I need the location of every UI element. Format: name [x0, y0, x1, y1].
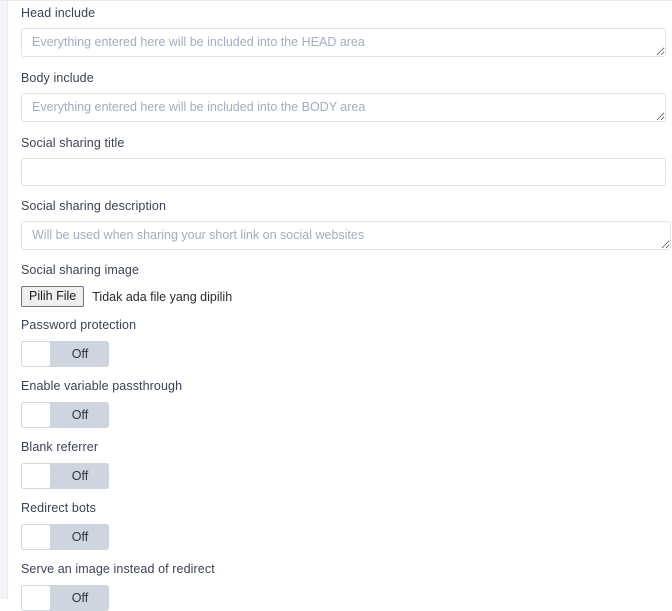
field-social-sharing-image: Social sharing image Pilih File Tidak ad… — [8, 263, 672, 307]
body-include-textarea[interactable] — [21, 93, 666, 122]
social-sharing-image-label: Social sharing image — [21, 263, 140, 277]
password-protection-label: Password protection — [21, 318, 137, 332]
enable-variable-passthrough-toggle[interactable]: Off — [21, 402, 109, 428]
social-sharing-description-textarea[interactable] — [21, 221, 671, 250]
password-protection-toggle-state: Off — [71, 347, 89, 361]
field-social-sharing-description: Social sharing description — [8, 199, 672, 250]
social-sharing-description-label: Social sharing description — [21, 199, 167, 213]
field-redirect-bots: Redirect bots Off — [8, 501, 672, 550]
redirect-bots-toggle-state: Off — [71, 530, 89, 544]
enable-variable-passthrough-toggle-state: Off — [71, 408, 89, 422]
field-password-protection: Password protection Off — [8, 318, 672, 367]
field-blank-referrer: Blank referrer Off — [8, 440, 672, 489]
field-body-include: Body include — [8, 71, 672, 122]
toggle-knob — [21, 463, 51, 489]
blank-referrer-toggle-state: Off — [71, 469, 89, 483]
social-sharing-title-input[interactable] — [21, 158, 666, 186]
blank-referrer-toggle[interactable]: Off — [21, 463, 109, 489]
selected-file-status: Tidak ada file yang dipilih — [92, 289, 233, 304]
head-include-textarea[interactable] — [21, 28, 666, 57]
toggle-knob — [21, 341, 51, 367]
social-sharing-title-label: Social sharing title — [21, 136, 125, 150]
field-serve-an-image-instead-of-redirect: Serve an image instead of redirect Off — [8, 562, 672, 611]
toggle-knob — [21, 402, 51, 428]
field-enable-variable-passthrough: Enable variable passthrough Off — [8, 379, 672, 428]
redirect-bots-label: Redirect bots — [21, 501, 96, 515]
settings-form-page: Head include Body include Social sharing… — [0, 0, 672, 611]
social-sharing-image-file-input[interactable]: Pilih File Tidak ada file yang dipilih — [21, 286, 664, 307]
serve-an-image-instead-of-redirect-toggle-state: Off — [71, 591, 89, 605]
password-protection-toggle[interactable]: Off — [21, 341, 109, 367]
field-head-include: Head include — [8, 6, 672, 57]
body-include-label: Body include — [21, 71, 94, 85]
enable-variable-passthrough-label: Enable variable passthrough — [21, 379, 183, 393]
redirect-bots-toggle[interactable]: Off — [21, 524, 109, 550]
choose-file-button[interactable]: Pilih File — [21, 286, 85, 307]
toggle-knob — [21, 585, 51, 611]
blank-referrer-label: Blank referrer — [21, 440, 99, 454]
toggle-knob — [21, 524, 51, 550]
field-social-sharing-title: Social sharing title — [8, 136, 672, 186]
head-include-label: Head include — [21, 6, 96, 20]
link-settings-form: Head include Body include Social sharing… — [8, 1, 672, 611]
serve-an-image-instead-of-redirect-label: Serve an image instead of redirect — [21, 562, 215, 576]
serve-an-image-instead-of-redirect-toggle[interactable]: Off — [21, 585, 109, 611]
left-gutter-strip — [0, 1, 8, 599]
